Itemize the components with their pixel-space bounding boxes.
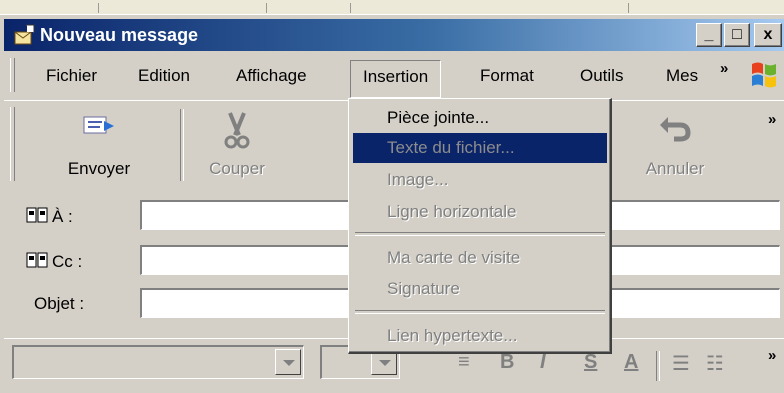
menu-insertion[interactable]: Insertion xyxy=(350,60,442,98)
cc-label-button[interactable]: Cc : xyxy=(26,251,82,272)
menu-edition[interactable]: Edition xyxy=(138,66,190,86)
toolbar-overflow-chevron[interactable]: » xyxy=(768,111,776,128)
menu-separator xyxy=(355,232,605,236)
font-name-select[interactable] xyxy=(12,345,304,379)
minimize-button[interactable]: _ xyxy=(696,23,722,47)
menu-item-lien-hypertexte[interactable]: Lien hypertexte... xyxy=(353,321,607,351)
to-label-button[interactable]: À : xyxy=(26,206,73,227)
scissors-icon xyxy=(224,112,250,149)
menu-item-ligne-horizontale[interactable]: Ligne horizontale xyxy=(353,197,607,227)
address-book-icon xyxy=(26,252,48,268)
menu-item-ma-carte-de-visite[interactable]: Ma carte de visite xyxy=(353,243,607,273)
menu-item-piece-jointe[interactable]: Pièce jointe... xyxy=(353,103,607,133)
menu-mes[interactable]: Mes xyxy=(666,66,698,86)
to-label: À : xyxy=(52,207,73,226)
menu-format[interactable]: Format xyxy=(480,66,534,86)
cut-label: Couper xyxy=(209,159,265,178)
insertion-menu: Pièce jointe... Texte du fichier... Imag… xyxy=(348,98,612,354)
format-overflow-chevron[interactable]: » xyxy=(768,347,776,364)
menu-affichage[interactable]: Affichage xyxy=(236,66,307,86)
menu-item-image[interactable]: Image... xyxy=(353,165,607,195)
address-book-icon xyxy=(26,207,48,223)
windows-logo-icon xyxy=(752,62,776,88)
new-message-icon xyxy=(14,24,35,45)
paragraph-style-icon[interactable]: ≡ xyxy=(458,351,470,374)
underline-icon[interactable]: S xyxy=(584,351,597,374)
menu-grip[interactable] xyxy=(10,58,15,92)
menu-item-texte-du-fichier[interactable]: Texte du fichier... xyxy=(353,133,607,163)
numbered-list-icon[interactable]: ☰ xyxy=(672,351,690,376)
subject-label: Objet : xyxy=(34,294,85,313)
send-label: Envoyer xyxy=(67,159,131,178)
cut-button[interactable]: Couper xyxy=(182,107,292,183)
maximize-button[interactable]: □ xyxy=(724,23,750,47)
bold-icon[interactable]: B xyxy=(500,351,514,374)
menu-outils[interactable]: Outils xyxy=(580,66,623,86)
undo-button[interactable]: Annuler xyxy=(620,107,730,183)
title-bar[interactable]: Nouveau message _ □ x xyxy=(4,19,784,51)
cc-label: Cc : xyxy=(52,252,83,271)
menu-item-signature[interactable]: Signature xyxy=(353,274,607,304)
send-icon xyxy=(83,116,114,134)
italic-icon[interactable]: I xyxy=(540,351,546,374)
font-color-icon[interactable]: A xyxy=(624,351,638,374)
window-title: Nouveau message xyxy=(40,25,199,45)
undo-icon xyxy=(660,117,691,142)
send-button[interactable]: Envoyer xyxy=(44,107,154,183)
bulleted-list-icon[interactable]: ☷ xyxy=(706,351,724,376)
toolbar-grip[interactable] xyxy=(10,107,15,181)
dropdown-arrow-icon[interactable] xyxy=(275,349,301,375)
menu-fichier[interactable]: Fichier xyxy=(46,66,97,86)
menu-overflow-chevron[interactable]: » xyxy=(720,60,728,77)
menu-bar: Fichier Edition Affichage Insertion Form… xyxy=(4,54,784,98)
undo-label: Annuler xyxy=(645,159,705,178)
close-button[interactable]: x xyxy=(754,23,782,47)
background-window-strip xyxy=(0,0,784,15)
toolbar-separator xyxy=(656,351,660,381)
menu-separator xyxy=(355,310,605,314)
